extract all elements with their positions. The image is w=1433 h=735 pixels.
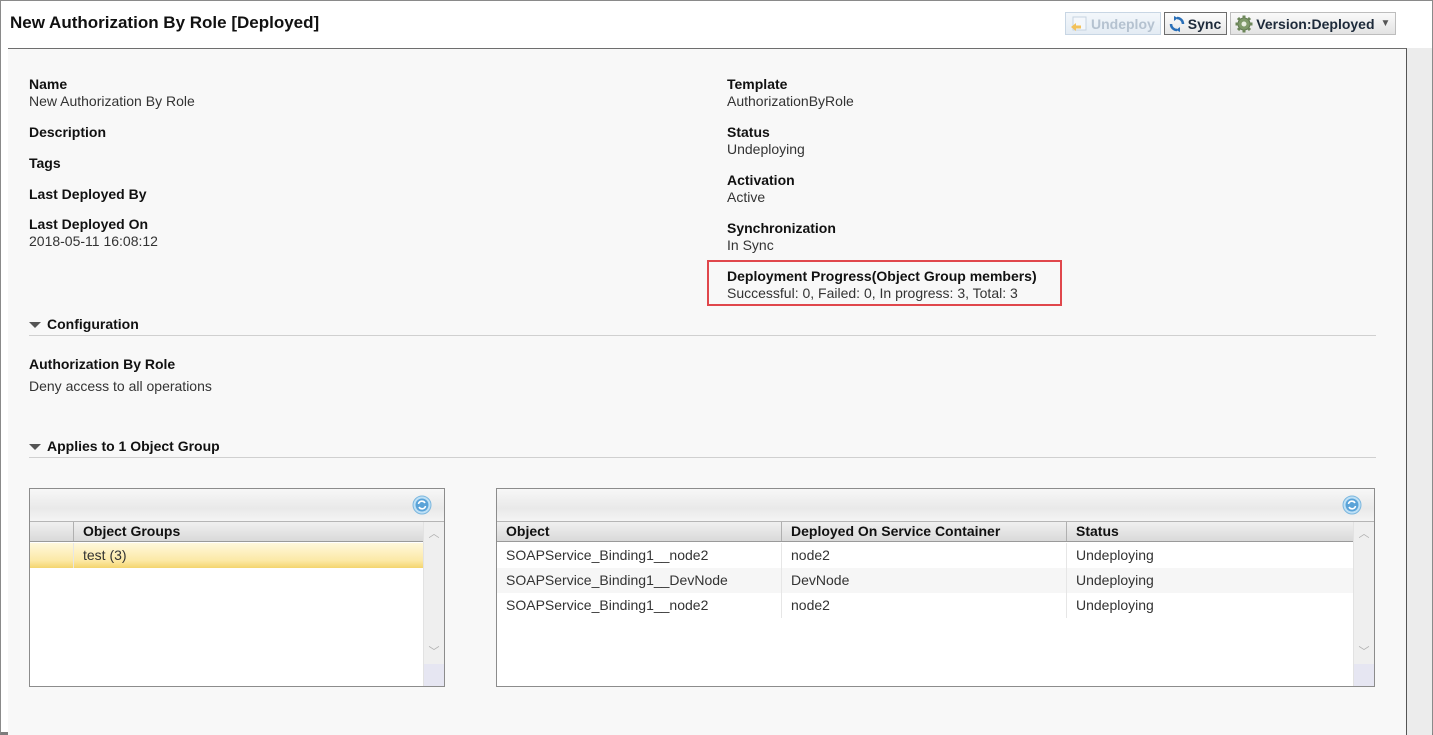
- field-label: Description: [29, 124, 107, 140]
- field-activation: Activation Active: [727, 172, 795, 206]
- deployment-progress-value: Successful: 0, Failed: 0, In progress: 3…: [727, 285, 1018, 301]
- field-label: Status: [727, 124, 770, 140]
- sync-icon: [1169, 15, 1185, 32]
- scrollbar-corner: [424, 664, 444, 686]
- field-value: AuthorizationByRole: [727, 93, 854, 109]
- version-dropdown[interactable]: Version:Deployed ▼: [1230, 12, 1397, 35]
- cell-container: node2: [782, 543, 1067, 568]
- section-title: Configuration: [47, 316, 139, 332]
- undeploy-icon: [1070, 16, 1088, 32]
- cell-status: Undeploying: [1076, 572, 1154, 588]
- scroll-down-icon[interactable]: ﹀: [1354, 644, 1374, 660]
- object-groups-header: Object Groups: [30, 522, 423, 542]
- field-label: Tags: [29, 155, 61, 171]
- scroll-up-icon[interactable]: ︿: [424, 526, 444, 542]
- column-header-object[interactable]: Object: [497, 522, 782, 541]
- app-window: New Authorization By Role [Deployed] Und…: [0, 0, 1433, 735]
- field-last-deployed-by: Last Deployed By: [29, 186, 146, 203]
- triangle-down-icon: [29, 322, 41, 328]
- page-title: New Authorization By Role [Deployed]: [10, 13, 320, 32]
- deployment-progress-label: Deployment Progress(Object Group members…: [727, 268, 1037, 284]
- field-synchronization: Synchronization In Sync: [727, 220, 836, 254]
- refresh-icon[interactable]: [1342, 495, 1362, 515]
- cell-object: SOAPService_Binding1__node2: [497, 543, 782, 568]
- field-value: In Sync: [727, 237, 774, 253]
- field-status: Status Undeploying: [727, 124, 805, 158]
- version-label: Version:Deployed: [1256, 15, 1375, 32]
- field-label: Last Deployed By: [29, 186, 147, 202]
- row-selector: [30, 543, 74, 568]
- cell-object: SOAPService_Binding1__node2: [497, 593, 782, 618]
- column-header-deployed-on[interactable]: Deployed On Service Container: [782, 522, 1067, 541]
- chevron-down-icon: ▼: [1380, 18, 1391, 29]
- details-content: Name New Authorization By Role Descripti…: [8, 48, 1407, 735]
- field-description: Description: [29, 124, 106, 141]
- sync-label: Sync: [1187, 15, 1222, 32]
- vertical-scrollbar[interactable]: ︿ ﹀: [1353, 522, 1374, 686]
- refresh-icon[interactable]: [412, 495, 432, 515]
- cell-container: DevNode: [782, 568, 1067, 593]
- field-value: 2018-05-11 16:08:12: [29, 233, 158, 249]
- deployment-progress-highlight: Deployment Progress(Object Group members…: [707, 260, 1062, 306]
- vertical-scrollbar[interactable]: ︿ ﹀: [423, 522, 444, 686]
- sync-button[interactable]: Sync: [1163, 12, 1228, 35]
- field-tags: Tags: [29, 155, 61, 172]
- object-group-name: test (3): [83, 547, 127, 563]
- field-label: Synchronization: [727, 220, 836, 236]
- field-value: Active: [727, 189, 766, 205]
- table-row[interactable]: SOAPService_Binding1__node2 node2 Undepl…: [497, 593, 1353, 618]
- undeploy-button[interactable]: Undeploy: [1065, 12, 1161, 35]
- field-value: Undeploying: [727, 141, 805, 157]
- configuration-section-toggle[interactable]: Configuration: [29, 316, 1376, 336]
- objects-panel: Object Deployed On Service Container Sta…: [496, 488, 1375, 687]
- gear-icon: [1235, 15, 1253, 33]
- scroll-up-icon[interactable]: ︿: [1354, 526, 1374, 542]
- cell-object: SOAPService_Binding1__DevNode: [497, 568, 782, 593]
- section-title: Applies to 1 Object Group: [47, 438, 220, 454]
- panel-toolbar: [497, 489, 1374, 522]
- column-header-object-groups[interactable]: Object Groups: [74, 522, 423, 541]
- field-value: New Authorization By Role: [29, 93, 195, 109]
- field-label: Template: [727, 76, 788, 92]
- table-row[interactable]: SOAPService_Binding1__DevNode DevNode Un…: [497, 568, 1353, 593]
- cell-status: Undeploying: [1076, 547, 1154, 563]
- toolbar: Undeploy Sync Version:Deployed ▼: [1065, 12, 1397, 35]
- selector-column-header: [30, 522, 74, 541]
- column-header-status[interactable]: Status: [1067, 522, 1353, 541]
- objects-header: Object Deployed On Service Container Sta…: [497, 522, 1353, 542]
- panel-toolbar: [30, 489, 444, 522]
- page-scroll-gutter: [1407, 48, 1432, 735]
- table-row[interactable]: SOAPService_Binding1__node2 node2 Undepl…: [497, 543, 1353, 568]
- field-last-deployed-on: Last Deployed On 2018-05-11 16:08:12: [29, 216, 158, 250]
- field-label: Activation: [727, 172, 795, 188]
- triangle-down-icon: [29, 444, 41, 450]
- field-label: Name: [29, 76, 68, 92]
- cell-status: Undeploying: [1076, 597, 1154, 613]
- field-template: Template AuthorizationByRole: [727, 76, 854, 110]
- undeploy-label: Undeploy: [1091, 15, 1155, 32]
- object-groups-panel: Object Groups test (3) ︿ ﹀: [29, 488, 445, 687]
- field-label: Authorization By Role: [29, 356, 176, 372]
- scrollbar-corner: [1354, 664, 1374, 686]
- field-label: Last Deployed On: [29, 216, 149, 232]
- cell-container: node2: [782, 593, 1067, 618]
- applies-to-section-toggle[interactable]: Applies to 1 Object Group: [29, 438, 1376, 458]
- field-value: Deny access to all operations: [29, 378, 212, 394]
- field-name: Name New Authorization By Role: [29, 76, 195, 110]
- field-policy: Authorization By Role Deny access to all…: [29, 356, 212, 395]
- scroll-down-icon[interactable]: ﹀: [424, 644, 444, 660]
- list-item[interactable]: test (3): [30, 543, 423, 568]
